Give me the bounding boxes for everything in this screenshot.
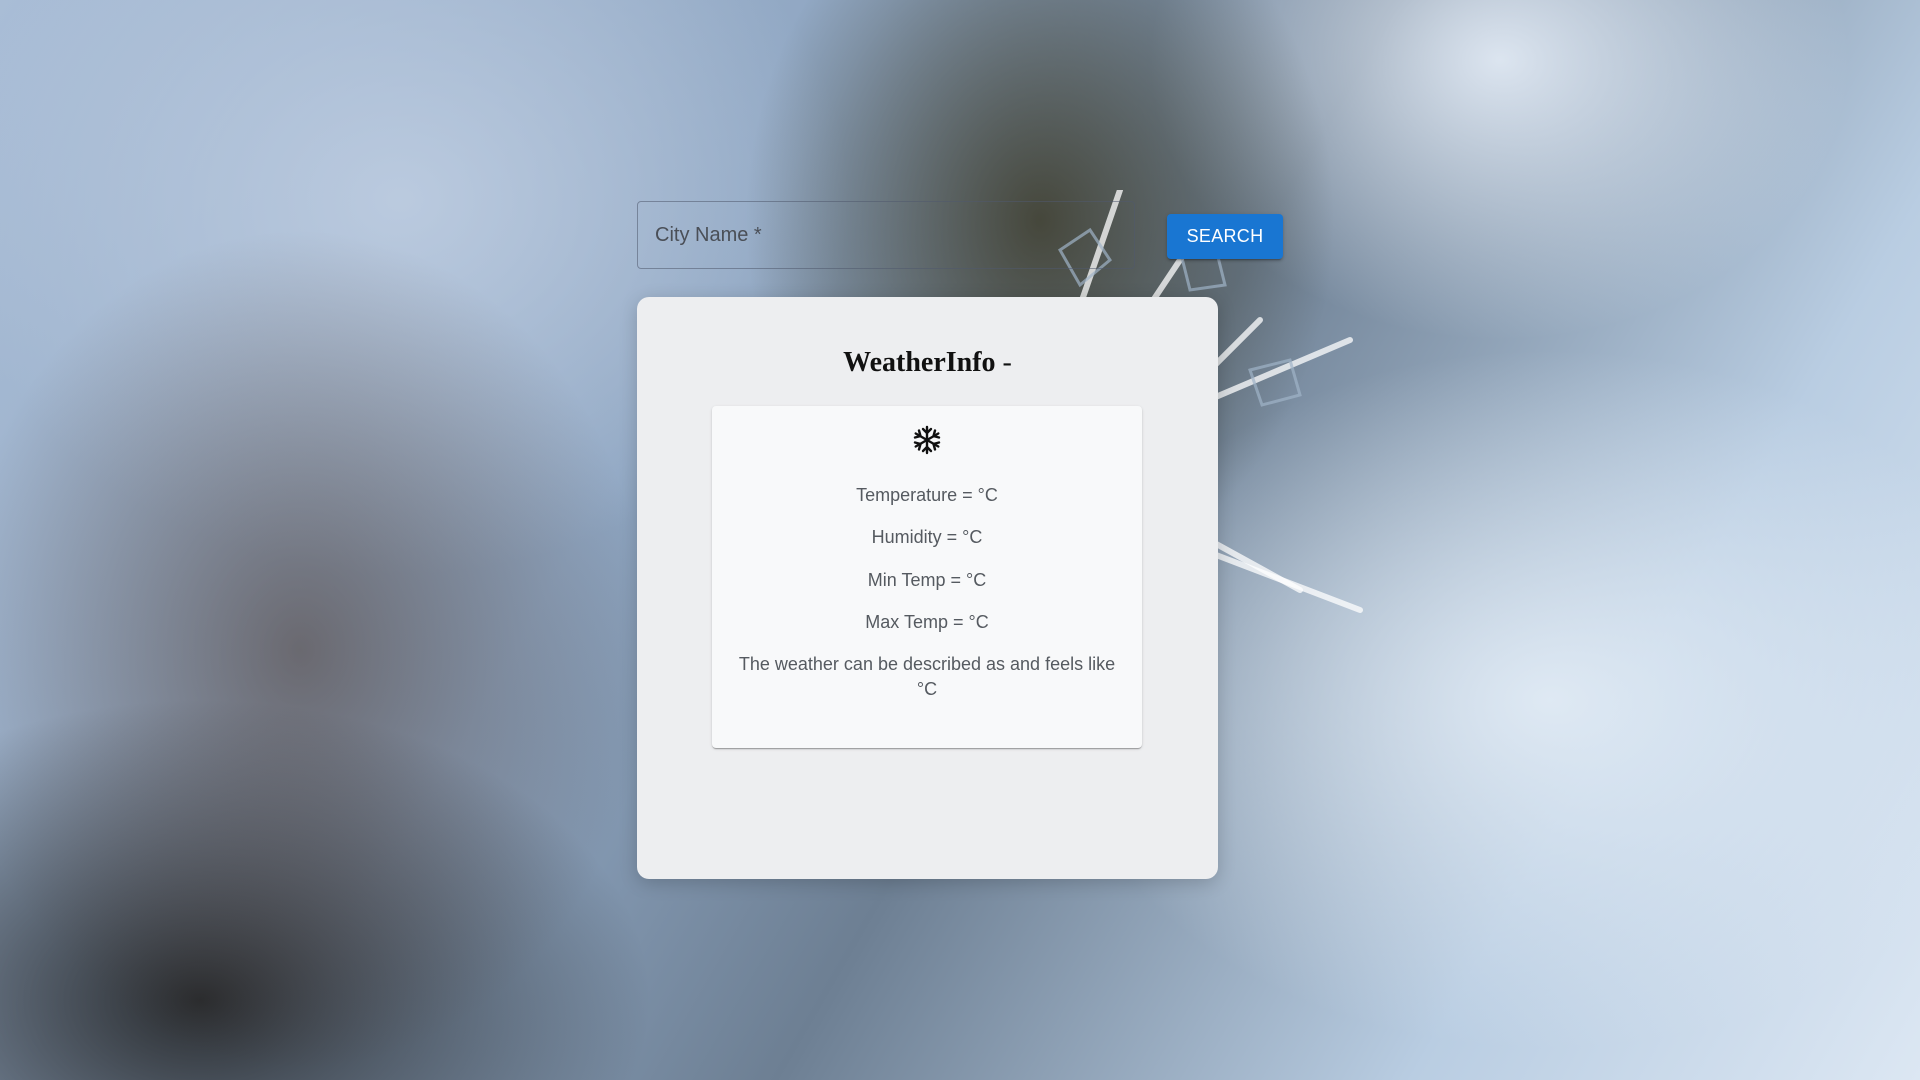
city-name-label: City Name * xyxy=(655,224,762,246)
card-title: WeatherInfo - xyxy=(637,347,1218,379)
weather-description-text: The weather can be described as and feel… xyxy=(738,654,1116,699)
weather-card: WeatherInfo - Temperature = °C Humidity … xyxy=(637,297,1218,879)
card-title-text: WeatherInfo xyxy=(843,347,996,378)
humidity-text: Humidity = °C xyxy=(871,527,983,547)
weather-info-panel: Temperature = °C Humidity = °C Min Temp … xyxy=(712,406,1142,748)
min-temp-text: Min Temp = °C xyxy=(867,570,987,590)
temperature-text: Temperature = °C xyxy=(856,485,998,505)
city-name-field[interactable]: City Name * xyxy=(637,201,1135,269)
max-temp-text: Max Temp = °C xyxy=(865,612,989,632)
snowflake-icon xyxy=(913,425,941,455)
card-title-separator: - xyxy=(1002,347,1012,378)
search-button[interactable]: SEARCH xyxy=(1167,214,1283,259)
